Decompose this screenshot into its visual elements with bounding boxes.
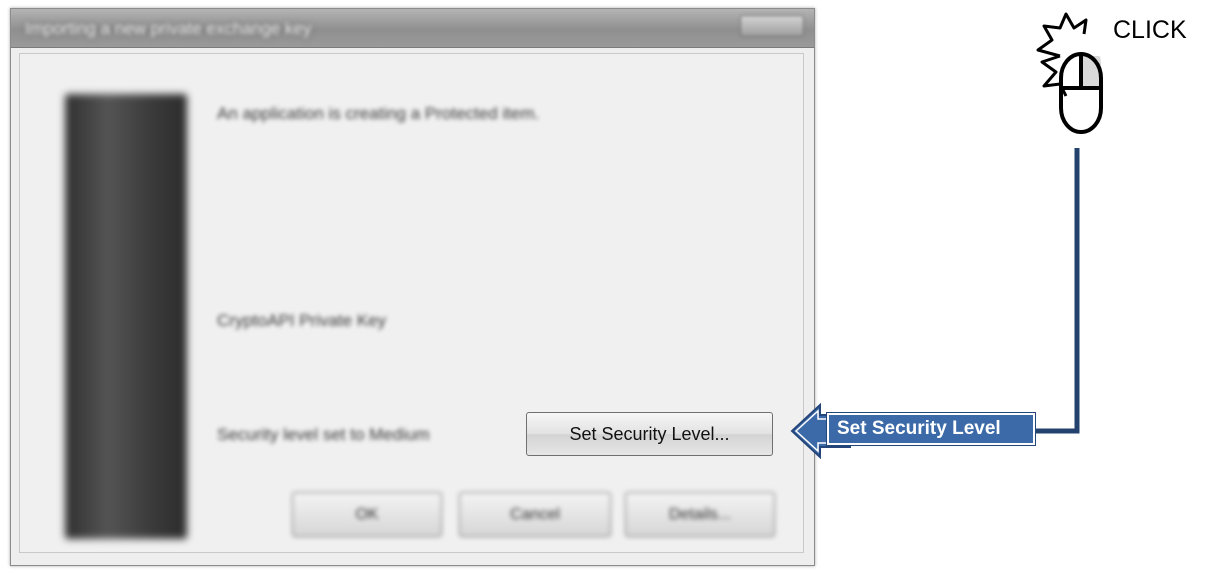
side-banner-image bbox=[65, 94, 187, 539]
dialog-titlebar: Importing a new private exchange key bbox=[11, 9, 814, 48]
cancel-button[interactable]: Cancel bbox=[459, 492, 611, 537]
protected-item-name: CryptoAPI Private Key bbox=[217, 311, 387, 330]
security-level-text: Security level set to Medium bbox=[217, 425, 430, 444]
set-security-level-button[interactable]: Set Security Level... bbox=[526, 412, 773, 456]
details-button[interactable]: Details... bbox=[625, 492, 775, 537]
callout-label: Set Security Level bbox=[826, 412, 1036, 446]
click-label: CLICK bbox=[1113, 16, 1187, 44]
ok-button[interactable]: OK bbox=[292, 492, 442, 537]
dialog-title: Importing a new private exchange key bbox=[25, 19, 312, 38]
import-key-dialog: Importing a new private exchange key An … bbox=[10, 8, 815, 566]
window-close-button[interactable] bbox=[740, 15, 804, 37]
dialog-message: An application is creating a Protected i… bbox=[217, 104, 540, 123]
dialog-content: An application is creating a Protected i… bbox=[19, 53, 804, 553]
